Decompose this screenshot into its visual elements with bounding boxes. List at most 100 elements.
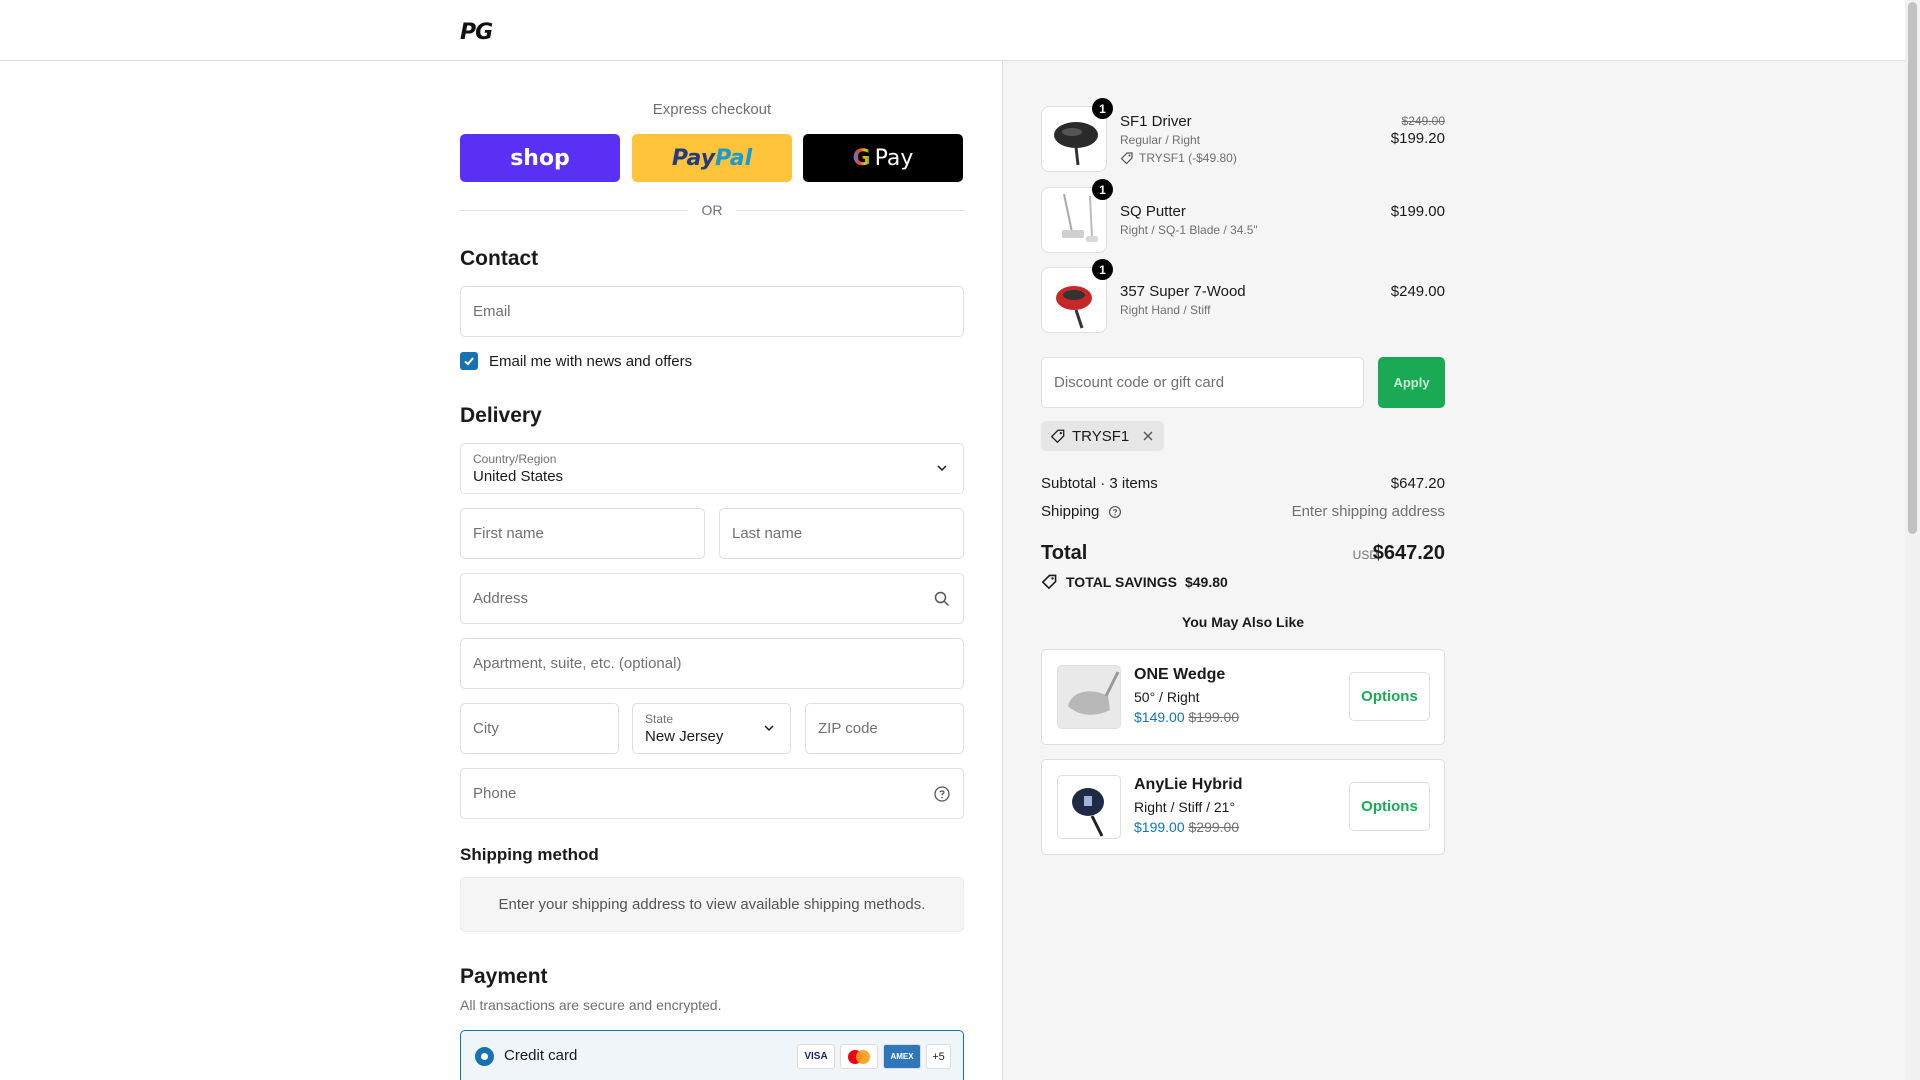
scrollbar-thumb[interactable] [1908,2,1917,534]
tag-icon [1120,152,1133,165]
help-icon[interactable] [933,785,951,803]
cart-item: 1 357 Super 7-Wood Right Hand / Stiff $2… [1041,259,1445,333]
product-thumbnail: 1 [1041,98,1113,172]
country-label: Country/Region [473,452,557,466]
shop-pay-button[interactable]: shop [460,134,620,182]
more-cards-label: +5 [932,1050,945,1063]
sale-price: $149.00 [1134,709,1185,725]
zip-field[interactable]: ZIP code [805,703,964,754]
amex-label: AMEX [890,1052,914,1061]
item-name: 357 Super 7-Wood [1120,283,1246,300]
product-thumbnail [1057,665,1121,729]
item-discount: TRYSF1 (-$49.80) [1120,151,1237,165]
recommendation-name[interactable]: ONE Wedge [1134,666,1225,684]
compare-price: $199.00 [1188,709,1240,725]
credit-card-radio[interactable] [475,1047,494,1066]
paypal-label-a: Pay [671,145,716,171]
country-value: United States [473,468,564,485]
quantity-badge: 1 [1092,179,1113,200]
recommendation-variant: 50° / Right [1134,689,1200,705]
payment-subtitle: All transactions are secure and encrypte… [460,997,722,1013]
cart-item: 1 SQ Putter Right / SQ-1 Blade / 34.5" $… [1041,179,1445,253]
page-scrollbar[interactable] [1905,0,1920,1080]
recommendation-price: $199.00 $299.00 [1134,819,1239,835]
newsletter-option[interactable]: Email me with news and offers [460,351,692,371]
express-checkout-title: Express checkout [652,101,772,118]
subtotal-value: $647.20 [1390,475,1445,492]
credit-card-label: Credit card [504,1047,578,1064]
apartment-field[interactable]: Apartment, suite, etc. (optional) [460,638,964,689]
item-price: $199.20 [1390,130,1445,147]
item-variant: Regular / Right [1120,133,1201,147]
recommendation-card: AnyLie Hybrid Right / Stiff / 21° $199.0… [1041,759,1445,855]
discount-code-input[interactable]: Discount code or gift card [1041,357,1364,408]
compare-price: $299.00 [1188,819,1240,835]
recommendations-heading: You May Also Like [1181,614,1305,630]
credit-card-option[interactable]: Credit card VISA AMEX +5 [460,1030,964,1080]
product-thumbnail: 1 [1041,259,1113,333]
options-button[interactable]: Options [1349,782,1430,831]
state-value: New Jersey [645,728,724,745]
chevron-down-icon [764,725,774,732]
newsletter-label: Email me with news and offers [489,352,693,370]
phone-placeholder: Phone [473,785,517,802]
delivery-heading: Delivery [460,404,542,427]
top-header: PG [0,0,1905,61]
address-field[interactable]: Address [460,573,964,624]
google-pay-label: Pay [874,145,914,171]
apply-discount-button[interactable]: Apply [1378,357,1445,408]
state-select[interactable]: State New Jersey [632,703,791,754]
item-variant: Right Hand / Stiff [1120,303,1211,317]
zip-placeholder: ZIP code [818,720,878,737]
amex-icon: AMEX [883,1044,921,1069]
google-pay-button[interactable]: G Pay [803,134,963,182]
shop-pay-label: shop [510,145,570,171]
item-discount-label: TRYSF1 (-$49.80) [1139,151,1237,165]
mastercard-icon [840,1044,878,1069]
email-field[interactable]: Email [460,286,964,337]
recommendation-price: $149.00 $199.00 [1134,709,1239,725]
last-name-field[interactable]: Last name [719,508,964,559]
phone-field[interactable]: Phone [460,768,964,819]
shipping-label: Shipping [1041,503,1100,520]
paypal-button[interactable]: Pay Pal [632,134,792,182]
options-button[interactable]: Options [1349,672,1430,721]
mastercard-circles [848,1049,870,1064]
cart-item: 1 SF1 Driver Regular / Right TRYSF1 (-$4… [1041,98,1445,172]
last-name-placeholder: Last name [732,525,803,542]
savings-value: $49.80 [1184,573,1228,590]
chevron-down-icon [937,465,947,472]
sale-price: $199.00 [1134,819,1185,835]
first-name-field[interactable]: First name [460,508,705,559]
item-variant: Right / SQ-1 Blade / 34.5" [1120,223,1258,237]
city-field[interactable]: City [460,703,619,754]
item-name: SF1 Driver [1120,113,1192,130]
discount-placeholder: Discount code or gift card [1054,374,1225,391]
more-cards-badge: +5 [926,1044,951,1069]
close-icon[interactable] [1141,429,1155,443]
search-icon[interactable] [933,590,951,608]
total-label: Total [1041,542,1088,564]
savings-label: TOTAL SAVINGS [1066,573,1177,590]
recommendation-variant: Right / Stiff / 21° [1134,799,1236,815]
item-original-price: $249.00 [1401,114,1445,128]
item-name: SQ Putter [1120,203,1186,220]
tag-icon [1050,429,1065,444]
newsletter-checkbox[interactable] [460,352,478,370]
country-select[interactable]: Country/Region United States [460,443,964,494]
checkmark-icon [464,357,474,366]
product-thumbnail: 1 [1041,179,1113,253]
hybrid-image-icon [1072,788,1104,837]
total-value: $647.20 [1372,542,1445,564]
help-icon[interactable] [1108,505,1122,519]
visa-icon: VISA [797,1044,835,1069]
recommendation-name[interactable]: AnyLie Hybrid [1134,776,1242,794]
brand-logo[interactable]: PG [460,20,493,45]
city-placeholder: City [473,720,499,737]
or-text: OR [701,202,723,218]
wedge-image-icon [1058,666,1120,728]
shipping-value: Enter shipping address [1291,503,1445,520]
contact-heading: Contact [460,247,539,270]
payment-heading: Payment [460,965,548,988]
tag-icon [1041,574,1057,590]
